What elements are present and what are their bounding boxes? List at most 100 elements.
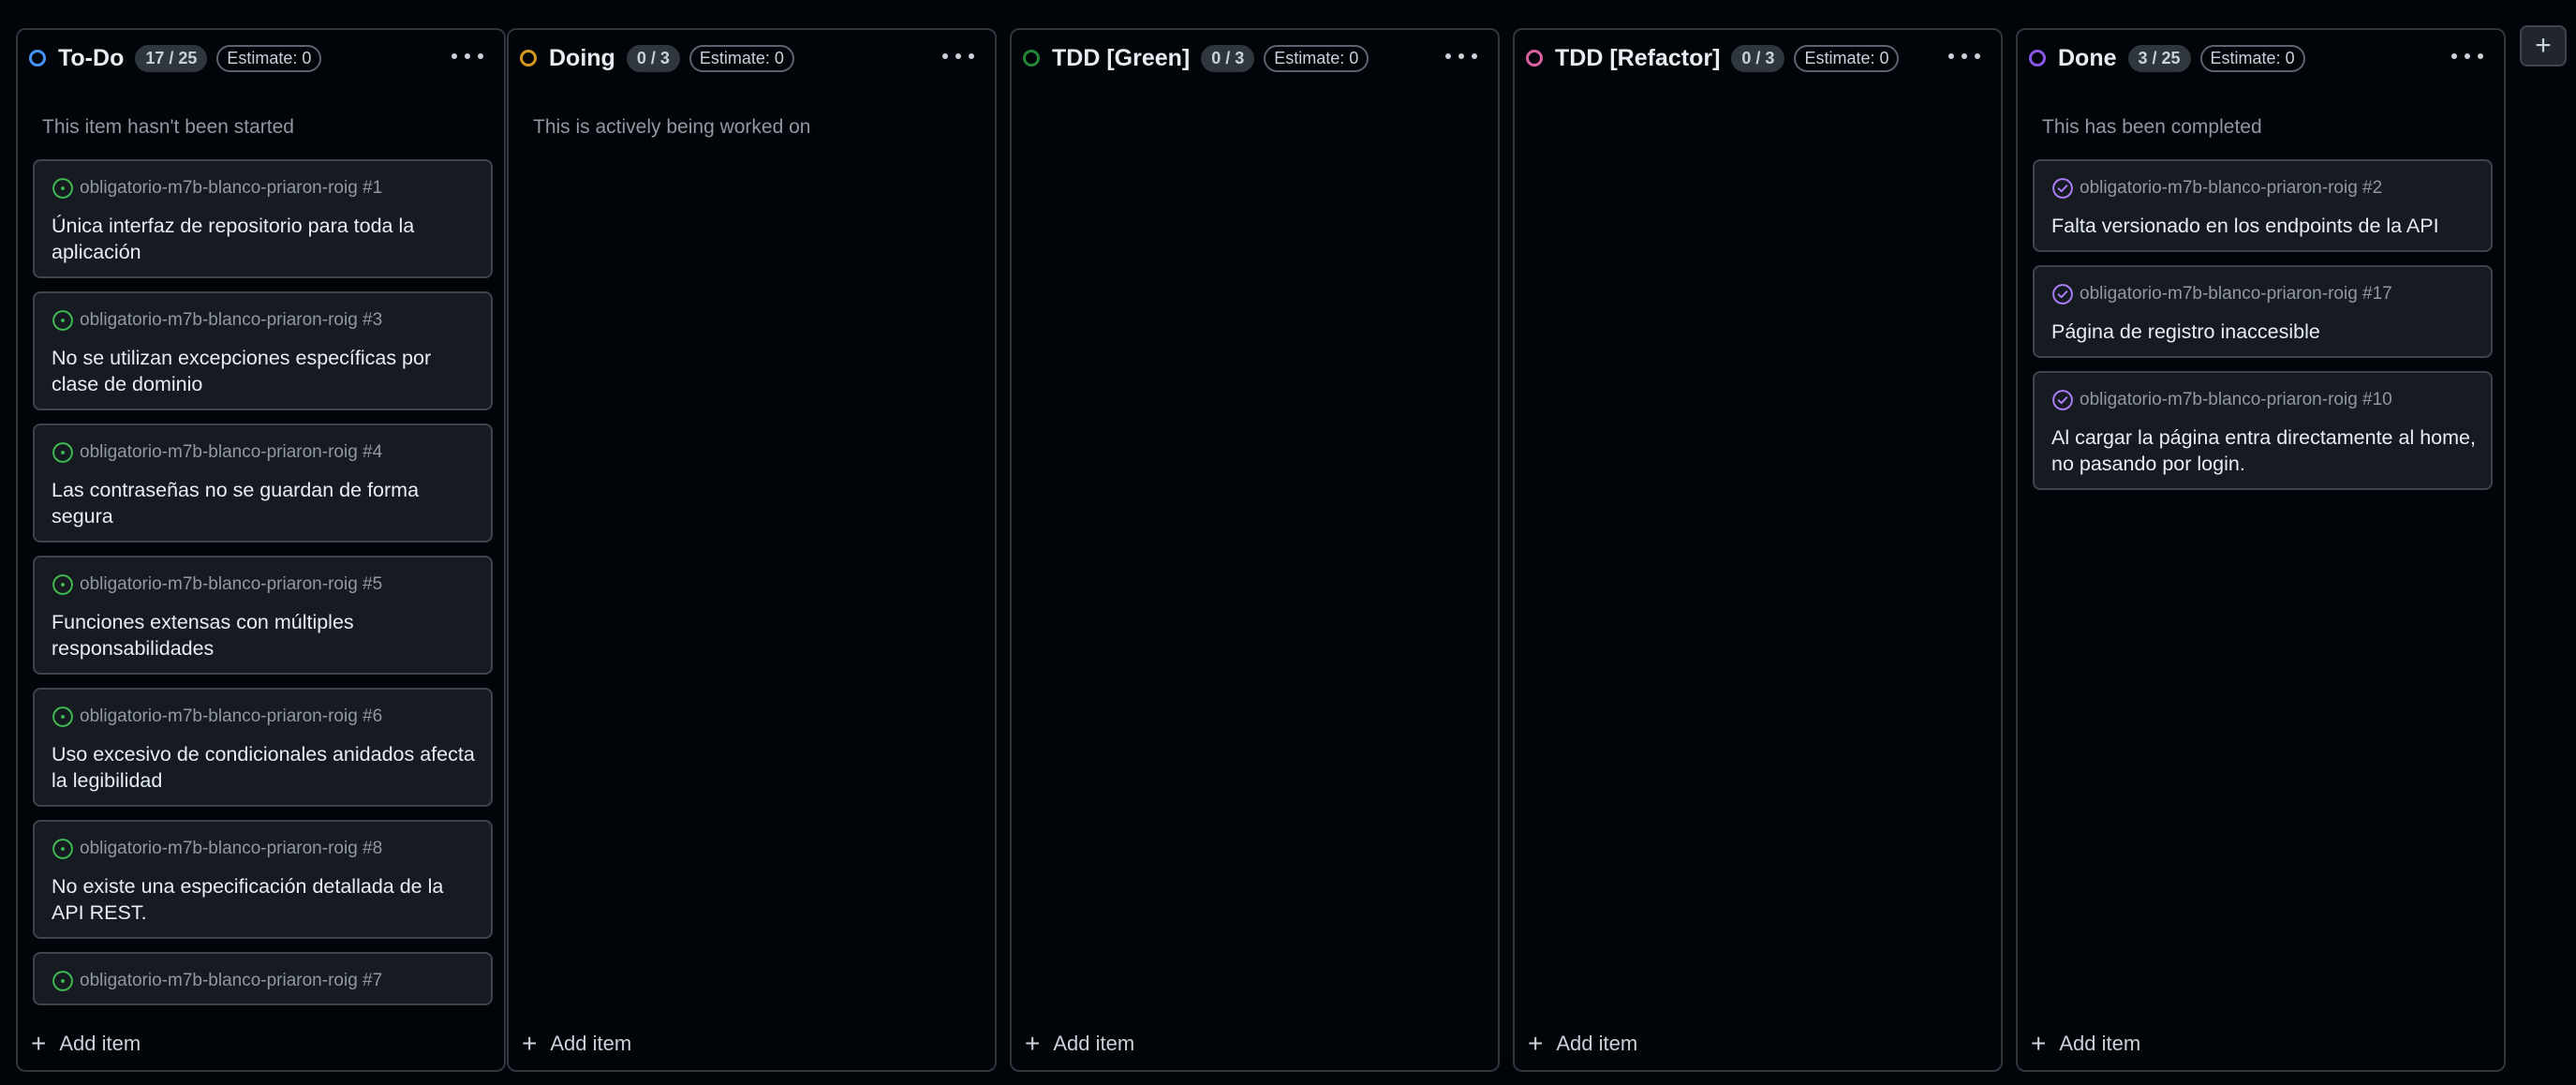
kebab-menu-icon[interactable] bbox=[1445, 43, 1477, 69]
issue-opened-icon bbox=[52, 971, 73, 991]
estimate-badge: Estimate: 0 bbox=[2199, 44, 2305, 72]
column-description: This has been completed bbox=[2042, 116, 2262, 138]
column-title: Done bbox=[2058, 44, 2117, 71]
add-item-button[interactable]: + Add item bbox=[1025, 1025, 1134, 1063]
item-count-badge: 0 / 3 bbox=[626, 44, 680, 72]
column-header: TDD [Refactor] 0 / 3 Estimate: 0 bbox=[1515, 30, 2001, 86]
menu-dot bbox=[1975, 53, 1980, 59]
estimate-badge: Estimate: 0 bbox=[688, 44, 794, 72]
column-header: Doing 0 / 3 Estimate: 0 bbox=[509, 30, 995, 86]
column-title: Doing bbox=[549, 44, 615, 71]
menu-dot bbox=[2451, 53, 2457, 59]
status-circle-icon bbox=[2029, 50, 2046, 67]
kebab-menu-icon[interactable] bbox=[1948, 43, 1980, 69]
add-item-label: Add item bbox=[2059, 1032, 2141, 1055]
menu-dot bbox=[478, 53, 483, 59]
plus-icon: + bbox=[522, 1029, 538, 1058]
column-done: Done 3 / 25 Estimate: 0 This has been compl… bbox=[2016, 28, 2506, 1072]
issue-reference: obligatorio-m7b-blanco-priaron-roig #3 bbox=[52, 309, 476, 332]
issue-repo-number[interactable]: obligatorio-m7b-blanco-priaron-roig #7 bbox=[80, 971, 382, 991]
issue-card[interactable]: obligatorio-m7b-blanco-priaron-roig #5 Fu… bbox=[33, 556, 493, 675]
menu-dot bbox=[465, 53, 470, 59]
issue-repo-number[interactable]: obligatorio-m7b-blanco-priaron-roig #5 bbox=[80, 574, 382, 595]
issue-repo-number[interactable]: obligatorio-m7b-blanco-priaron-roig #8 bbox=[80, 839, 382, 859]
issue-repo-number[interactable]: obligatorio-m7b-blanco-priaron-roig #17 bbox=[2080, 284, 2392, 305]
issue-reference: obligatorio-m7b-blanco-priaron-roig #17 bbox=[2051, 283, 2476, 305]
issue-title[interactable]: Uso excesivo de condicionales anidados a… bbox=[52, 741, 476, 794]
column-title: To-Do bbox=[58, 44, 125, 71]
column-tdd-green: TDD [Green] 0 / 3 Estimate: 0 + Add item bbox=[1010, 28, 1500, 1072]
kebab-menu-icon[interactable] bbox=[2451, 43, 2483, 69]
issue-title[interactable]: Página de registro inaccesible bbox=[2051, 319, 2476, 345]
issue-card[interactable]: obligatorio-m7b-blanco-priaron-roig #7 bbox=[33, 952, 493, 1005]
card-list bbox=[1027, 159, 1487, 1016]
estimate-badge: Estimate: 0 bbox=[1264, 44, 1369, 72]
issue-repo-number[interactable]: obligatorio-m7b-blanco-priaron-roig #6 bbox=[80, 706, 382, 727]
card-list bbox=[1530, 159, 1990, 1016]
plus-icon: + bbox=[1025, 1029, 1041, 1058]
add-item-button[interactable]: + Add item bbox=[2031, 1025, 2140, 1063]
item-count-badge: 0 / 3 bbox=[1731, 44, 1785, 72]
add-item-label: Add item bbox=[59, 1032, 141, 1055]
issue-card[interactable]: obligatorio-m7b-blanco-priaron-roig #17 P… bbox=[2033, 265, 2493, 358]
issue-reference: obligatorio-m7b-blanco-priaron-roig #2 bbox=[2051, 177, 2476, 200]
status-circle-icon bbox=[1023, 50, 1040, 67]
issue-title[interactable]: No se utilizan excepciones específicas p… bbox=[52, 345, 476, 397]
menu-dot bbox=[2478, 53, 2483, 59]
add-item-button[interactable]: + Add item bbox=[1528, 1025, 1637, 1063]
issue-reference: obligatorio-m7b-blanco-priaron-roig #10 bbox=[2051, 389, 2476, 411]
issue-opened-icon bbox=[52, 839, 73, 859]
add-item-label: Add item bbox=[550, 1032, 632, 1055]
issue-card[interactable]: obligatorio-m7b-blanco-priaron-roig #8 No… bbox=[33, 820, 493, 939]
issue-card[interactable]: obligatorio-m7b-blanco-priaron-roig #1 Ún… bbox=[33, 159, 493, 278]
issue-closed-icon bbox=[2052, 178, 2073, 199]
issue-title[interactable]: Funciones extensas con múltiples respons… bbox=[52, 609, 476, 661]
issue-card[interactable]: obligatorio-m7b-blanco-priaron-roig #10 A… bbox=[2033, 371, 2493, 490]
estimate-badge: Estimate: 0 bbox=[1794, 44, 1900, 72]
issue-title[interactable]: Las contraseñas no se guardan de forma s… bbox=[52, 477, 476, 529]
kebab-menu-icon[interactable] bbox=[452, 43, 483, 69]
add-item-label: Add item bbox=[1053, 1032, 1135, 1055]
menu-dot bbox=[452, 53, 457, 59]
column-description: This is actively being worked on bbox=[533, 116, 811, 138]
kebab-menu-icon[interactable] bbox=[942, 43, 974, 69]
issue-closed-icon bbox=[2052, 284, 2073, 305]
item-count-badge: 0 / 3 bbox=[1201, 44, 1255, 72]
plus-icon: + bbox=[31, 1029, 47, 1058]
issue-title[interactable]: Al cargar la página entra directamente a… bbox=[2051, 424, 2476, 477]
issue-repo-number[interactable]: obligatorio-m7b-blanco-priaron-roig #1 bbox=[80, 178, 382, 199]
issue-title[interactable]: Falta versionado en los endpoints de la … bbox=[2051, 213, 2476, 239]
column-header: TDD [Green] 0 / 3 Estimate: 0 bbox=[1012, 30, 1498, 86]
issue-title[interactable]: No existe una especificación detallada d… bbox=[52, 873, 476, 926]
menu-dot bbox=[1962, 53, 1967, 59]
item-count-badge: 17 / 25 bbox=[135, 44, 208, 72]
menu-dot bbox=[1948, 53, 1954, 59]
status-circle-icon bbox=[1526, 50, 1543, 67]
issue-card[interactable]: obligatorio-m7b-blanco-priaron-roig #4 La… bbox=[33, 424, 493, 542]
issue-card[interactable]: obligatorio-m7b-blanco-priaron-roig #3 No… bbox=[33, 291, 493, 410]
issue-repo-number[interactable]: obligatorio-m7b-blanco-priaron-roig #3 bbox=[80, 310, 382, 331]
issue-opened-icon bbox=[52, 574, 73, 595]
issue-card[interactable]: obligatorio-m7b-blanco-priaron-roig #2 Fa… bbox=[2033, 159, 2493, 252]
issue-opened-icon bbox=[52, 442, 73, 463]
issue-opened-icon bbox=[52, 706, 73, 727]
issue-repo-number[interactable]: obligatorio-m7b-blanco-priaron-roig #2 bbox=[2080, 178, 2382, 199]
issue-repo-number[interactable]: obligatorio-m7b-blanco-priaron-roig #4 bbox=[80, 442, 382, 463]
issue-opened-icon bbox=[52, 310, 73, 331]
issue-reference: obligatorio-m7b-blanco-priaron-roig #5 bbox=[52, 573, 476, 596]
plus-icon: + bbox=[2031, 1029, 2047, 1058]
card-list: obligatorio-m7b-blanco-priaron-roig #1 Ún… bbox=[33, 159, 493, 1016]
add-item-button[interactable]: + Add item bbox=[31, 1025, 141, 1063]
issue-repo-number[interactable]: obligatorio-m7b-blanco-priaron-roig #10 bbox=[2080, 390, 2392, 410]
issue-reference: obligatorio-m7b-blanco-priaron-roig #6 bbox=[52, 706, 476, 728]
add-column-button[interactable]: + bbox=[2520, 25, 2567, 67]
menu-dot bbox=[955, 53, 961, 59]
column-tdd-refactor: TDD [Refactor] 0 / 3 Estimate: 0 + Add item bbox=[1513, 28, 2003, 1072]
menu-dot bbox=[1445, 53, 1451, 59]
add-item-label: Add item bbox=[1556, 1032, 1638, 1055]
issue-card[interactable]: obligatorio-m7b-blanco-priaron-roig #6 Us… bbox=[33, 688, 493, 807]
add-item-button[interactable]: + Add item bbox=[522, 1025, 631, 1063]
column-title: TDD [Green] bbox=[1052, 44, 1191, 71]
column-header: Done 3 / 25 Estimate: 0 bbox=[2018, 30, 2504, 86]
issue-title[interactable]: Única interfaz de repositorio para toda … bbox=[52, 213, 476, 265]
